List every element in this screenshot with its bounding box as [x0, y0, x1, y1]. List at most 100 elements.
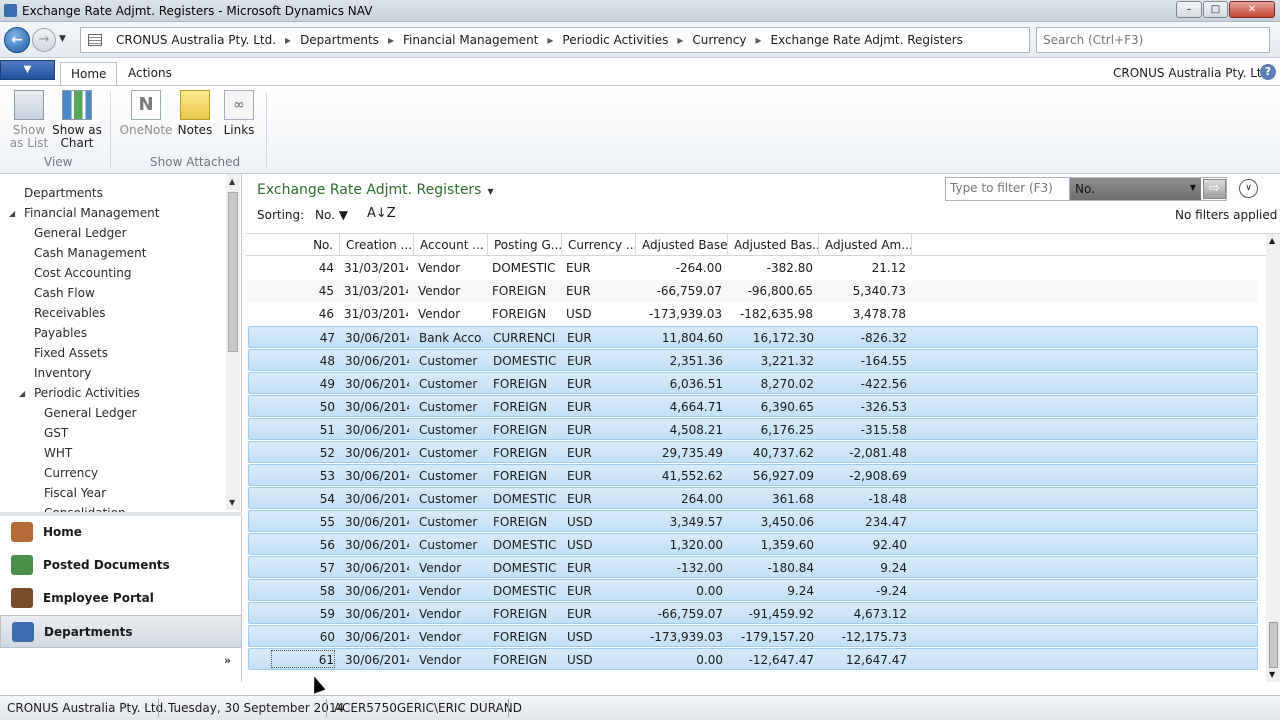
cell-no[interactable]: 55: [271, 515, 335, 529]
nav-button-employee-portal[interactable]: Employee Portal: [0, 582, 242, 615]
cell-base-lcy[interactable]: 40,737.62: [733, 446, 814, 460]
cell-no[interactable]: 56: [271, 538, 335, 552]
scroll-down-icon[interactable]: ▼: [229, 498, 235, 507]
cell-posting[interactable]: FOREIGN: [493, 446, 557, 460]
forward-button[interactable]: →: [32, 28, 56, 52]
cell-base-lcy[interactable]: -91,459.92: [733, 607, 814, 621]
cell-base-lcy[interactable]: 3,450.06: [733, 515, 814, 529]
breadcrumb-separator-icon[interactable]: ▸: [388, 33, 394, 47]
table-row[interactable]: 55 30/06/2014 Customer FOREIGN USD 3,349.57 3,…: [248, 510, 1258, 532]
cell-amount[interactable]: -164.55: [824, 354, 907, 368]
column-header[interactable]: Creation ...: [340, 234, 414, 256]
cell-base[interactable]: -66,759.07: [641, 607, 723, 621]
cell-amount[interactable]: 21.12: [823, 261, 906, 275]
cell-base-lcy[interactable]: 1,359.60: [733, 538, 814, 552]
cell-account[interactable]: Vendor: [418, 261, 482, 275]
cell-base-lcy[interactable]: 6,176.25: [733, 423, 814, 437]
cell-no[interactable]: 51: [271, 423, 335, 437]
table-row[interactable]: 59 30/06/2014 Vendor FOREIGN EUR -66,759.07 -9…: [248, 602, 1258, 624]
expand-arrow-icon[interactable]: ◢: [19, 389, 25, 398]
table-row[interactable]: 45 31/03/2014 Vendor FOREIGN EUR -66,759.07 -9…: [248, 280, 1258, 302]
cell-posting[interactable]: FOREIGN: [493, 653, 557, 667]
cell-base[interactable]: 0.00: [641, 653, 723, 667]
cell-base[interactable]: 2,351.36: [641, 354, 723, 368]
cell-posting[interactable]: FOREIGN: [493, 515, 557, 529]
cell-date[interactable]: 30/06/2014: [345, 607, 409, 621]
tree-item[interactable]: Periodic Activities: [34, 386, 140, 400]
cell-currency[interactable]: USD: [566, 307, 630, 321]
cell-no[interactable]: 60: [271, 630, 335, 644]
cell-currency[interactable]: EUR: [567, 607, 631, 621]
cell-base-lcy[interactable]: -12,647.47: [733, 653, 814, 667]
cell-currency[interactable]: USD: [567, 653, 631, 667]
cell-posting[interactable]: FOREIGN: [493, 423, 557, 437]
cell-account[interactable]: Customer: [419, 515, 483, 529]
cell-account[interactable]: Vendor: [419, 561, 483, 575]
cell-base[interactable]: -173,939.03: [640, 307, 722, 321]
cell-account[interactable]: Customer: [419, 469, 483, 483]
cell-currency[interactable]: EUR: [567, 561, 631, 575]
cell-base-lcy[interactable]: -180.84: [733, 561, 814, 575]
cell-account[interactable]: Vendor: [419, 630, 483, 644]
cell-posting[interactable]: DOMESTIC: [493, 584, 557, 598]
scroll-down-icon[interactable]: ▼: [1269, 670, 1275, 679]
cell-amount[interactable]: -326.53: [824, 400, 907, 414]
cell-date[interactable]: 30/06/2014: [345, 446, 409, 460]
cell-base-lcy[interactable]: -96,800.65: [732, 284, 813, 298]
cell-currency[interactable]: EUR: [567, 331, 631, 345]
column-header[interactable]: Adjusted Am...: [819, 234, 912, 256]
cell-base[interactable]: 41,552.62: [641, 469, 723, 483]
cell-no[interactable]: 53: [271, 469, 335, 483]
maximize-button[interactable]: □: [1203, 1, 1228, 18]
cell-base[interactable]: 0.00: [641, 584, 723, 598]
show-as-chart-button[interactable]: Show as Chart: [52, 90, 102, 150]
cell-date[interactable]: 30/06/2014: [345, 538, 409, 552]
breadcrumb-item[interactable]: Departments: [300, 33, 379, 47]
cell-posting[interactable]: FOREIGN: [493, 377, 557, 391]
cell-date[interactable]: 30/06/2014: [345, 561, 409, 575]
cell-amount[interactable]: -826.32: [824, 331, 907, 345]
cell-posting[interactable]: DOMESTIC: [493, 354, 557, 368]
cell-account[interactable]: Vendor: [419, 607, 483, 621]
table-row[interactable]: 49 30/06/2014 Customer FOREIGN EUR 6,036.51 8,…: [248, 372, 1258, 394]
notes-button[interactable]: Notes: [177, 90, 213, 137]
cell-no[interactable]: 57: [271, 561, 335, 575]
filter-input[interactable]: [950, 181, 1064, 195]
cell-no[interactable]: 54: [271, 492, 335, 506]
cell-no[interactable]: 44: [270, 261, 334, 275]
cell-posting[interactable]: DOMESTIC: [493, 561, 557, 575]
cell-date[interactable]: 30/06/2014: [345, 377, 409, 391]
table-row[interactable]: 50 30/06/2014 Customer FOREIGN EUR 4,664.71 6,…: [248, 395, 1258, 417]
cell-no[interactable]: 58: [271, 584, 335, 598]
table-row[interactable]: 61 30/06/2014 Vendor FOREIGN USD 0.00 -12,647.…: [248, 648, 1258, 670]
cell-account[interactable]: Customer: [419, 492, 483, 506]
table-row[interactable]: 51 30/06/2014 Customer FOREIGN EUR 4,508.21 6,…: [248, 418, 1258, 440]
tree-item[interactable]: Currency: [44, 466, 98, 480]
scroll-up-icon[interactable]: ▲: [1269, 236, 1275, 245]
cell-account[interactable]: Customer: [419, 400, 483, 414]
cell-date[interactable]: 30/06/2014: [345, 630, 409, 644]
cell-date[interactable]: 30/06/2014: [345, 331, 409, 345]
collapse-filter-icon[interactable]: ∨: [1239, 179, 1258, 198]
cell-account[interactable]: Vendor: [419, 653, 483, 667]
cell-amount[interactable]: 4,673.12: [824, 607, 907, 621]
apply-filter-button[interactable]: ⇨: [1203, 179, 1226, 199]
tab-home[interactable]: Home: [60, 62, 118, 85]
page-title[interactable]: Exchange Rate Adjmt. Registers ▼: [257, 182, 494, 198]
cell-date[interactable]: 31/03/2014: [344, 307, 408, 321]
tree-item[interactable]: Fixed Assets: [34, 346, 108, 360]
cell-posting[interactable]: FOREIGN: [493, 400, 557, 414]
tree-item[interactable]: General Ledger: [34, 226, 127, 240]
cell-date[interactable]: 30/06/2014: [345, 653, 409, 667]
cell-base[interactable]: -264.00: [640, 261, 722, 275]
breadcrumb-separator-icon[interactable]: ▸: [547, 33, 553, 47]
cell-currency[interactable]: EUR: [567, 492, 631, 506]
cell-date[interactable]: 30/06/2014: [345, 584, 409, 598]
cell-amount[interactable]: 12,647.47: [824, 653, 907, 667]
cell-currency[interactable]: EUR: [567, 446, 631, 460]
breadcrumb-item[interactable]: Financial Management: [403, 33, 538, 47]
cell-no[interactable]: 61: [271, 650, 335, 668]
cell-posting[interactable]: FOREIGN: [492, 307, 556, 321]
cell-no[interactable]: 48: [271, 354, 335, 368]
status-work-date[interactable]: Tuesday, 30 September 2014: [168, 701, 344, 715]
